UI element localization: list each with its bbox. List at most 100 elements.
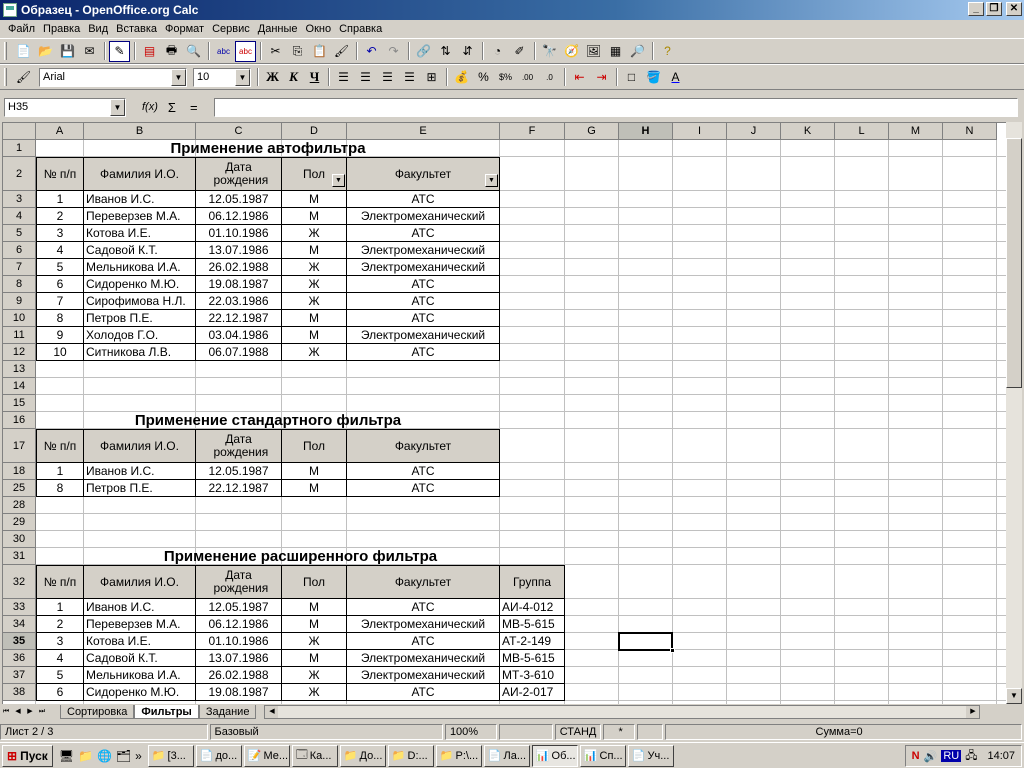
- formula-input[interactable]: [214, 98, 1018, 117]
- menu-edit[interactable]: Правка: [39, 23, 84, 35]
- table-cell[interactable]: 6: [36, 276, 84, 293]
- print-preview-icon[interactable]: 🔍: [183, 41, 204, 62]
- table-cell[interactable]: 6: [36, 684, 84, 701]
- table-cell[interactable]: 13.07.1986: [196, 242, 282, 259]
- table-cell[interactable]: М: [282, 650, 347, 667]
- antivirus-icon[interactable]: N: [912, 750, 920, 762]
- taskbar-button[interactable]: 📊 Об...: [531, 744, 578, 767]
- table-cell[interactable]: Ж: [282, 293, 347, 310]
- table-cell[interactable]: Садовой К.Т.: [84, 242, 196, 259]
- row-header[interactable]: 5: [3, 225, 36, 242]
- table-cell[interactable]: 1: [36, 599, 84, 616]
- row-header[interactable]: 30: [3, 531, 36, 548]
- table-cell[interactable]: 2: [36, 616, 84, 633]
- menu-help[interactable]: Справка: [335, 23, 386, 35]
- table-cell[interactable]: Садовой К.Т.: [84, 650, 196, 667]
- cut-icon[interactable]: ✂: [265, 41, 286, 62]
- vertical-scrollbar[interactable]: ▼: [1006, 122, 1022, 704]
- column-header-j[interactable]: J: [727, 123, 781, 140]
- row-header[interactable]: 37: [3, 667, 36, 684]
- decrease-indent-icon[interactable]: ⇤: [569, 67, 590, 88]
- table-cell[interactable]: М: [282, 191, 347, 208]
- table-cell[interactable]: 1: [36, 191, 84, 208]
- row-header[interactable]: 34: [3, 616, 36, 633]
- spreadsheet-grid[interactable]: A B C D E F G H I J K L M N 1 2 3 4 5 6 7 8 9 10 11 12 13 14 15 16 17 1…: [2, 122, 1006, 704]
- styles-icon[interactable]: 🖌: [13, 67, 34, 88]
- row-header[interactable]: 16: [3, 412, 36, 429]
- table-cell[interactable]: 03.04.1986: [196, 327, 282, 344]
- table-cell[interactable]: 12.05.1987: [196, 599, 282, 616]
- selected-cell[interactable]: [618, 632, 673, 651]
- table-cell[interactable]: М: [282, 310, 347, 327]
- row-header[interactable]: 31: [3, 548, 36, 565]
- taskbar-button[interactable]: 📄 Ла...: [483, 744, 530, 767]
- standard-format-icon[interactable]: $%: [495, 67, 516, 88]
- format-paintbrush-icon[interactable]: 🖌: [331, 41, 352, 62]
- table-cell[interactable]: Ж: [282, 225, 347, 242]
- currency-format-icon[interactable]: 💰: [451, 67, 472, 88]
- table-cell[interactable]: Электромеханический: [347, 259, 500, 276]
- add-decimal-icon[interactable]: .00: [517, 67, 538, 88]
- table-cell[interactable]: Петров П.Е.: [84, 310, 196, 327]
- close-button[interactable]: ✕: [1006, 2, 1022, 16]
- justify-icon[interactable]: ☰: [399, 67, 420, 88]
- chevron-down-icon[interactable]: ▼: [110, 98, 125, 116]
- row-header[interactable]: 32: [3, 565, 36, 599]
- italic-button[interactable]: К: [283, 69, 304, 85]
- edit-mode-icon[interactable]: ✎: [109, 40, 130, 62]
- table-cell[interactable]: Электромеханический: [347, 667, 500, 684]
- table-cell[interactable]: АТ-2-149: [500, 633, 565, 650]
- table-cell[interactable]: Ж: [282, 684, 347, 701]
- chevron-right-icon[interactable]: »: [135, 749, 142, 763]
- font-color-icon[interactable]: A: [665, 67, 686, 88]
- table-cell[interactable]: АТС: [347, 293, 500, 310]
- table-cell[interactable]: Электромеханический: [347, 242, 500, 259]
- column-header-m[interactable]: M: [889, 123, 943, 140]
- table-cell[interactable]: Ж: [282, 667, 347, 684]
- show-desktop-icon[interactable]: 🖥: [59, 749, 74, 763]
- row-header[interactable]: 28: [3, 497, 36, 514]
- merge-cells-icon[interactable]: ⊞: [421, 67, 442, 88]
- table-cell[interactable]: Переверзев М.А.: [84, 208, 196, 225]
- taskbar-button[interactable]: 📊 Сп...: [579, 744, 626, 767]
- row-header[interactable]: 3: [3, 191, 36, 208]
- table-cell[interactable]: Ж: [282, 276, 347, 293]
- table-cell[interactable]: МТ-3-610: [500, 667, 565, 684]
- table-cell[interactable]: АТС: [347, 633, 500, 650]
- table-cell[interactable]: 9: [36, 327, 84, 344]
- scroll-right-button[interactable]: ▶: [966, 706, 980, 718]
- scroll-down-button[interactable]: ▼: [1006, 688, 1022, 704]
- table-cell[interactable]: АТС: [347, 480, 500, 497]
- chevron-down-icon[interactable]: ▼: [171, 68, 186, 86]
- menu-data[interactable]: Данные: [254, 23, 302, 35]
- percent-format-icon[interactable]: %: [473, 67, 494, 88]
- table-cell[interactable]: М: [282, 242, 347, 259]
- table-cell[interactable]: АТС: [347, 310, 500, 327]
- background-color-icon[interactable]: 🪣: [643, 67, 664, 88]
- table-cell[interactable]: 13.07.1986: [196, 650, 282, 667]
- table-cell[interactable]: 8: [36, 480, 84, 497]
- status-mode[interactable]: СТАНД: [554, 724, 601, 740]
- table-cell[interactable]: Иванов И.С.: [84, 599, 196, 616]
- last-sheet-button[interactable]: ⏭: [36, 705, 48, 719]
- table-cell[interactable]: 8: [36, 310, 84, 327]
- tab-filters[interactable]: Фильтры: [134, 705, 199, 719]
- minimize-button[interactable]: _: [968, 2, 984, 16]
- delete-decimal-icon[interactable]: .0: [539, 67, 560, 88]
- table-cell[interactable]: АТС: [347, 191, 500, 208]
- table-cell[interactable]: 12.05.1987: [196, 191, 282, 208]
- table-cell[interactable]: 22.03.1986: [196, 293, 282, 310]
- function-wizard-button[interactable]: f(x): [142, 101, 158, 113]
- table-cell[interactable]: Холодов Г.О.: [84, 327, 196, 344]
- taskbar-button[interactable]: 📁 До...: [339, 744, 386, 767]
- chevron-down-icon[interactable]: ▼: [235, 68, 250, 86]
- table-cell[interactable]: АИ-2-017: [500, 684, 565, 701]
- font-size-combo[interactable]: 10 ▼: [193, 67, 251, 87]
- table-cell[interactable]: Ж: [282, 344, 347, 361]
- taskbar-button[interactable]: 📝 Ме...: [243, 744, 290, 767]
- table-cell[interactable]: М: [282, 463, 347, 480]
- gallery-icon[interactable]: 🖼: [583, 41, 604, 62]
- sum-button[interactable]: Σ: [168, 100, 176, 115]
- table-cell[interactable]: АТС: [347, 344, 500, 361]
- taskbar-button[interactable]: 📁 [3...: [147, 744, 194, 767]
